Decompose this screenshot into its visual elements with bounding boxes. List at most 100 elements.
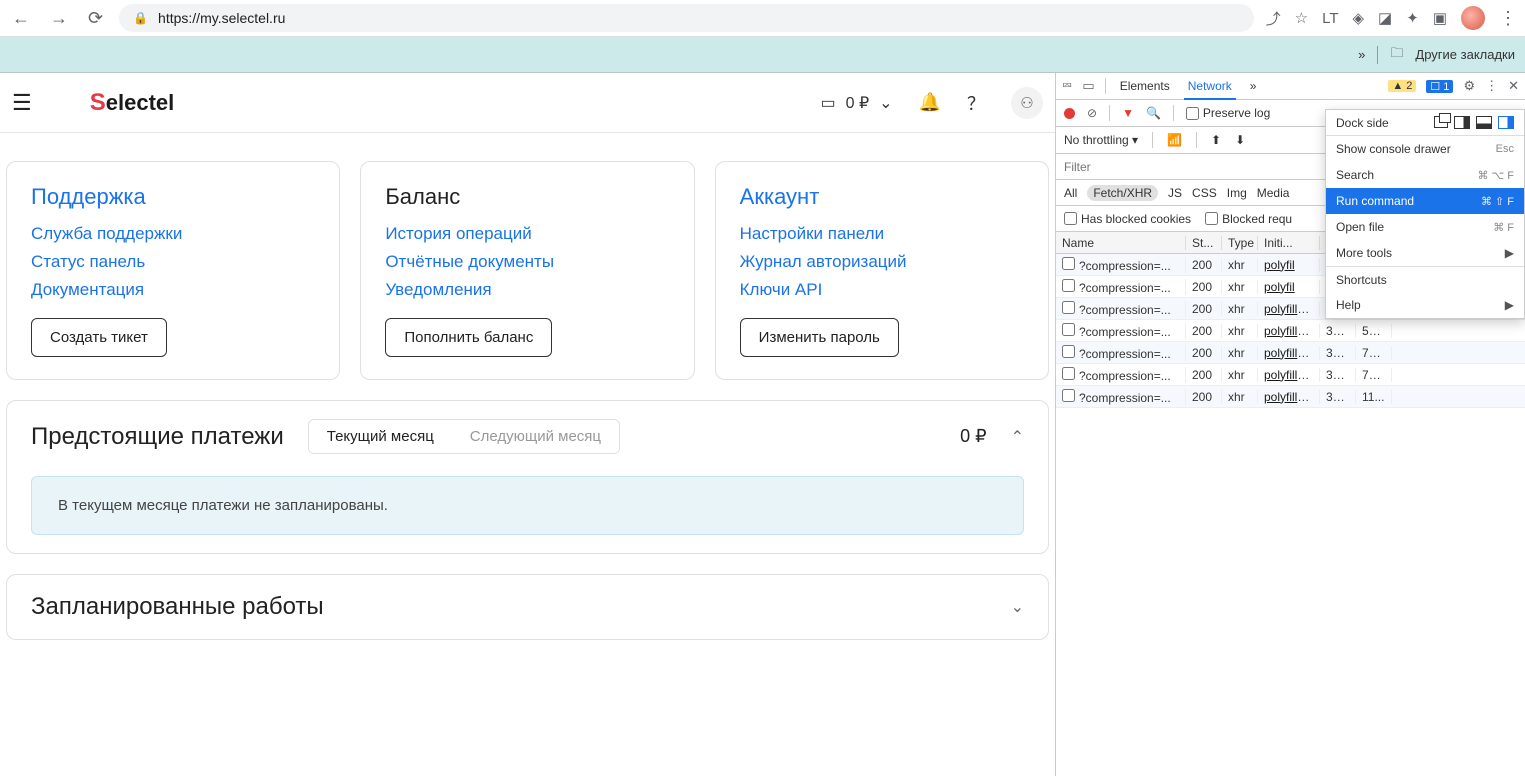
link-support-1[interactable]: Статус панель (31, 252, 315, 272)
link-account-2[interactable]: Ключи API (740, 280, 1024, 300)
menu-more-tools[interactable]: More tools ▶ (1326, 240, 1524, 266)
menu-show-drawer[interactable]: Show console drawer Esc (1326, 136, 1524, 162)
bell-icon[interactable]: 🔔 (919, 92, 941, 113)
initiator-link[interactable]: polyfills... (1264, 390, 1313, 404)
clear-icon[interactable]: ⊘ (1087, 106, 1097, 120)
seg-next-month[interactable]: Следующий месяц (452, 420, 619, 453)
blocked-cookies-input[interactable] (1064, 212, 1077, 225)
dock-right-icon[interactable] (1498, 116, 1514, 129)
top-up-balance-button[interactable]: Пополнить баланс (385, 318, 552, 357)
initiator-link[interactable]: polyfil (1264, 258, 1295, 272)
row-checkbox[interactable] (1062, 345, 1075, 358)
forward-icon[interactable]: → (46, 8, 72, 29)
menu-open-file[interactable]: Open file ⌘ F (1326, 214, 1524, 240)
type-img[interactable]: Img (1227, 186, 1247, 200)
wifi-icon[interactable]: 📶 (1167, 133, 1182, 147)
blocked-cookies-checkbox[interactable]: Has blocked cookies (1064, 212, 1191, 226)
profile-avatar[interactable] (1461, 6, 1485, 30)
link-balance-2[interactable]: Уведомления (385, 280, 669, 300)
bookmarks-overflow[interactable]: » (1358, 47, 1365, 62)
back-icon[interactable]: ← (8, 8, 34, 29)
table-row[interactable]: ?compression=...200xhrpolyfills...38...7… (1056, 364, 1525, 386)
menu-help[interactable]: Help ▶ (1326, 292, 1524, 318)
type-js[interactable]: JS (1168, 186, 1182, 200)
preserve-log-checkbox[interactable]: Preserve log (1186, 106, 1270, 120)
seg-current-month[interactable]: Текущий месяц (309, 420, 452, 453)
type-all[interactable]: All (1064, 186, 1077, 200)
extensions-icon[interactable]: ✦ (1406, 9, 1419, 27)
blocked-requests-checkbox[interactable]: Blocked requ (1205, 212, 1292, 226)
devtools-kebab-icon[interactable]: ⋮ (1485, 78, 1498, 94)
inspect-icon[interactable]: ⮹ (1062, 78, 1072, 94)
row-checkbox[interactable] (1062, 323, 1075, 336)
search-icon[interactable]: 🔍 (1146, 106, 1161, 120)
th-name[interactable]: Name (1056, 236, 1186, 250)
link-balance-1[interactable]: Отчётные документы (385, 252, 669, 272)
th-status[interactable]: St... (1186, 236, 1222, 250)
menu-run-command[interactable]: Run command ⌘ ⇧ F (1326, 188, 1524, 214)
tab-network[interactable]: Network (1184, 79, 1236, 100)
messages-badge[interactable]: ☐ 1 (1426, 80, 1453, 93)
card-title-support[interactable]: Поддержка (31, 184, 315, 210)
panel-icon[interactable]: ▣ (1433, 9, 1447, 27)
upload-har-icon[interactable]: ⬆ (1211, 133, 1221, 147)
th-initiator[interactable]: Initi... (1258, 236, 1320, 250)
ext-lt-icon[interactable]: LT (1322, 10, 1338, 27)
initiator-link[interactable]: polyfil (1264, 280, 1295, 294)
help-icon[interactable]: ？ (967, 90, 985, 116)
card-title-account[interactable]: Аккаунт (740, 184, 1024, 210)
blocked-requests-input[interactable] (1205, 212, 1218, 225)
row-checkbox[interactable] (1062, 301, 1075, 314)
initiator-link[interactable]: polyfills... (1264, 346, 1313, 360)
address-bar[interactable]: 🔒 https://my.selectel.ru (119, 4, 1254, 32)
link-balance-0[interactable]: История операций (385, 224, 669, 244)
user-avatar[interactable]: ⚇ (1011, 87, 1043, 119)
table-row[interactable]: ?compression=...200xhrpolyfills...37...7… (1056, 342, 1525, 364)
throttling-select[interactable]: No throttling ▾ (1064, 133, 1138, 147)
share-icon[interactable]: ⤴ (1266, 8, 1281, 29)
chevron-up-icon[interactable]: ⌃ (1011, 427, 1024, 447)
row-checkbox[interactable] (1062, 367, 1075, 380)
gear-icon[interactable]: ⚙ (1463, 78, 1475, 94)
th-type[interactable]: Type (1222, 236, 1258, 250)
row-checkbox[interactable] (1062, 257, 1075, 270)
row-checkbox[interactable] (1062, 279, 1075, 292)
ext-cube-icon[interactable]: ◪ (1378, 9, 1392, 27)
link-support-2[interactable]: Документация (31, 280, 315, 300)
balance-dropdown[interactable]: ▭ 0 ₽ ⌄ (821, 93, 893, 113)
link-account-1[interactable]: Журнал авторизаций (740, 252, 1024, 272)
table-row[interactable]: ?compression=...200xhrpolyfills...37...1… (1056, 386, 1525, 408)
change-password-button[interactable]: Изменить пароль (740, 318, 899, 357)
bookmarks-folder[interactable]: Другие закладки (1415, 47, 1515, 62)
initiator-link[interactable]: polyfills... (1264, 302, 1313, 316)
warnings-badge[interactable]: ▲ 2 (1388, 80, 1416, 92)
type-xhr[interactable]: Fetch/XHR (1087, 185, 1158, 201)
kebab-icon[interactable]: ⋮ (1499, 8, 1517, 29)
link-support-0[interactable]: Служба поддержки (31, 224, 315, 244)
filter-icon[interactable]: ▼ (1122, 106, 1134, 120)
logo[interactable]: S electel (60, 89, 175, 117)
menu-icon[interactable]: ☰ (4, 90, 40, 116)
table-row[interactable]: ?compression=...200xhrpolyfills...37...5… (1056, 320, 1525, 342)
initiator-link[interactable]: polyfills... (1264, 324, 1313, 338)
dock-left-icon[interactable] (1454, 116, 1470, 129)
row-checkbox[interactable] (1062, 389, 1075, 402)
record-icon[interactable] (1064, 108, 1075, 119)
initiator-link[interactable]: polyfills... (1264, 368, 1313, 382)
ext-tag-icon[interactable]: ◈ (1353, 9, 1365, 27)
dock-bottom-icon[interactable] (1476, 116, 1492, 129)
chevron-down-icon[interactable]: ⌄ (1011, 597, 1024, 617)
device-icon[interactable]: ▭ (1082, 78, 1094, 94)
tab-elements[interactable]: Elements (1116, 79, 1174, 93)
menu-shortcuts[interactable]: Shortcuts (1326, 266, 1524, 292)
download-har-icon[interactable]: ⬇ (1235, 133, 1245, 147)
star-icon[interactable]: ☆ (1295, 9, 1308, 27)
menu-search[interactable]: Search ⌘ ⌥ F (1326, 162, 1524, 188)
close-icon[interactable]: ✕ (1508, 78, 1519, 94)
type-media[interactable]: Media (1257, 186, 1290, 200)
type-css[interactable]: CSS (1192, 186, 1217, 200)
reload-icon[interactable]: ⟳ (84, 8, 107, 29)
create-ticket-button[interactable]: Создать тикет (31, 318, 167, 357)
preserve-log-input[interactable] (1186, 107, 1199, 120)
link-account-0[interactable]: Настройки панели (740, 224, 1024, 244)
